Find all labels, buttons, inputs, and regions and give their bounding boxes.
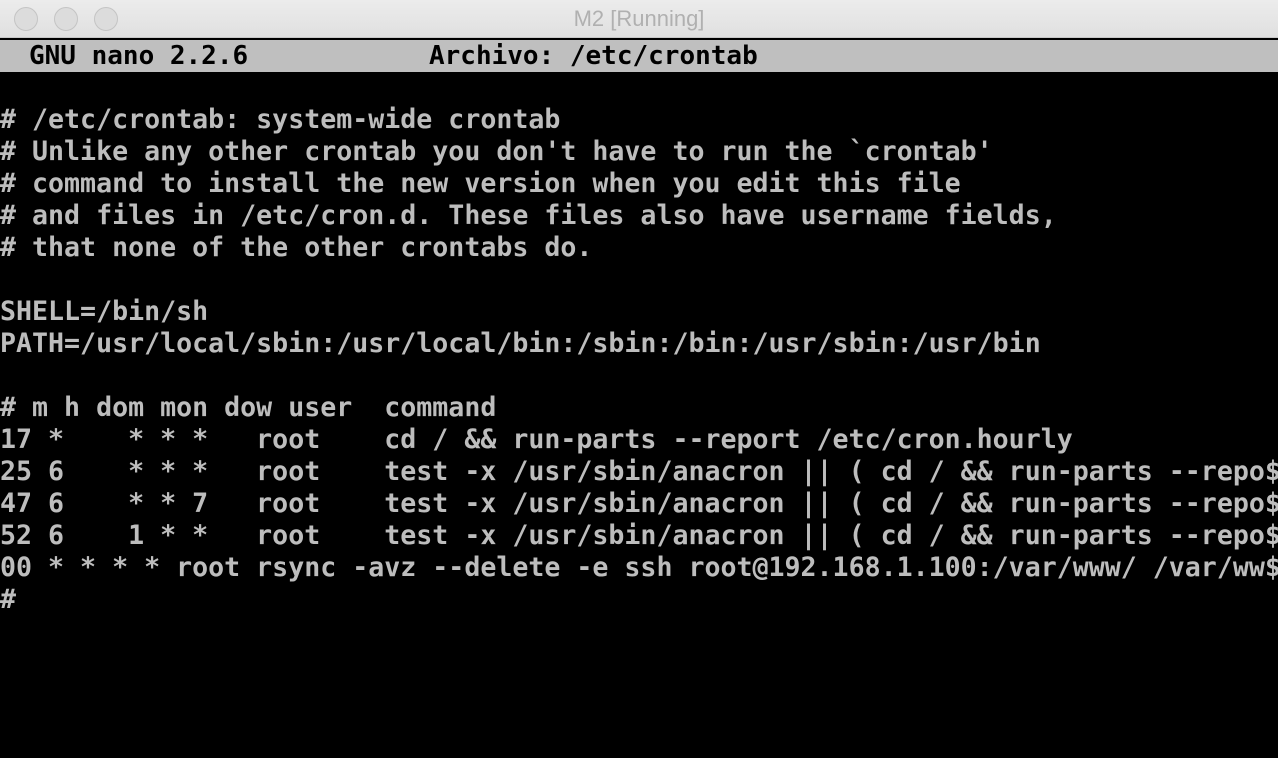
buffer-line: # (0, 584, 17, 615)
buffer-line: # that none of the other crontabs do. (0, 232, 593, 263)
nano-file-name: Archivo: /etc/crontab (429, 41, 758, 71)
buffer-line: # and files in /etc/cron.d. These files … (0, 200, 1057, 231)
buffer-line: 25 6 * * * root test -x /usr/sbin/anacro… (0, 456, 1278, 487)
buffer-line: # /etc/crontab: system-wide crontab (0, 104, 561, 135)
buffer-line: 17 * * * * root cd / && run-parts --repo… (0, 424, 1073, 455)
buffer-line: 52 6 1 * * root test -x /usr/sbin/anacro… (0, 520, 1278, 551)
buffer-line: 00 * * * * root rsync -avz --delete -e s… (0, 552, 1278, 583)
buffer-line: PATH=/usr/local/sbin:/usr/local/bin:/sbi… (0, 328, 1041, 359)
editor-buffer[interactable]: # /etc/crontab: system-wide crontab # Un… (0, 104, 1278, 616)
buffer-line: SHELL=/bin/sh (0, 296, 209, 327)
buffer-line (0, 264, 1278, 296)
nano-title-bar: GNU nano 2.2.6 Archivo: /etc/crontab (0, 40, 1278, 72)
terminal-screen[interactable]: GNU nano 2.2.6 Archivo: /etc/crontab # /… (0, 38, 1278, 758)
buffer-line: # m h dom mon dow user command (0, 392, 497, 423)
vm-window: M2 [Running] GNU nano 2.2.6 Archivo: /et… (0, 0, 1278, 758)
buffer-line: 47 6 * * 7 root test -x /usr/sbin/anacro… (0, 488, 1278, 519)
title-bar: M2 [Running] (0, 0, 1278, 38)
buffer-line (0, 360, 1278, 392)
nano-version: GNU nano 2.2.6 (29, 41, 249, 71)
buffer-line: # Unlike any other crontab you don't hav… (0, 136, 993, 167)
window-title: M2 [Running] (573, 6, 705, 31)
buffer-line: # command to install the new version whe… (0, 168, 961, 199)
